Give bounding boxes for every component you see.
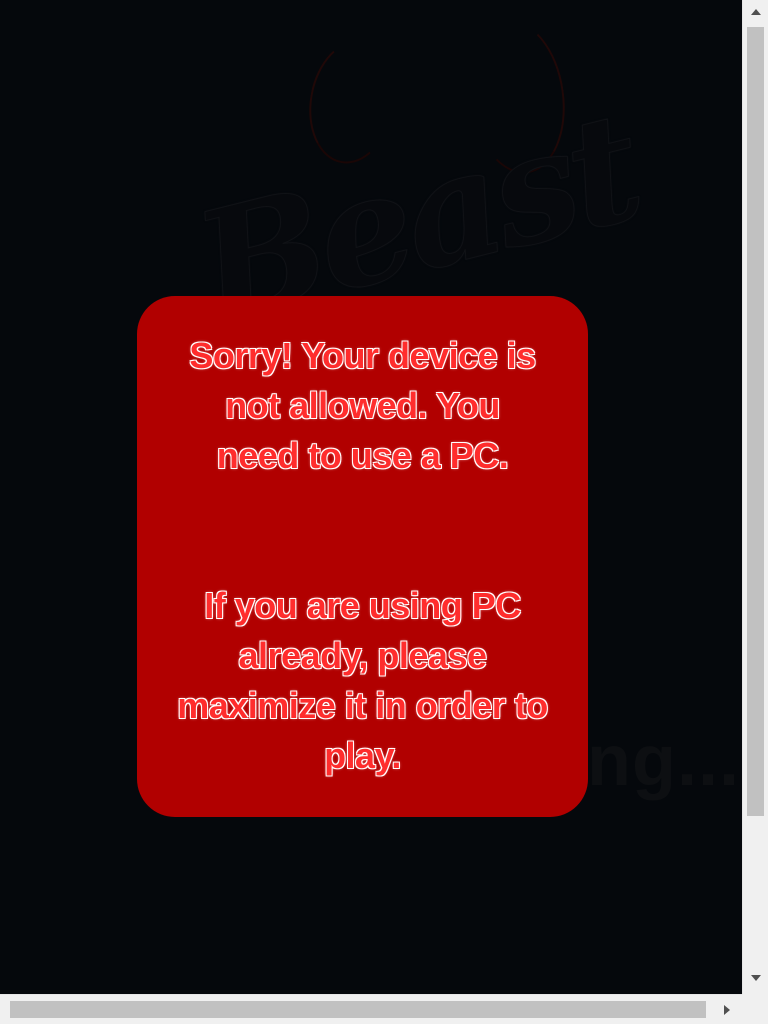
page-viewport: Beast Loading... Sorry! Your device is n… [0,0,742,994]
scroll-right-arrow-icon[interactable] [724,1005,730,1015]
device-not-allowed-dialog: Sorry! Your device is not allowed. You n… [137,296,588,817]
horizontal-scroll-thumb[interactable] [10,1001,706,1018]
horizontal-scrollbar[interactable] [0,994,742,1024]
maximize-instruction-message: If you are using PC already, please maxi… [177,585,548,776]
scroll-up-arrow-icon[interactable] [751,9,761,15]
vertical-scroll-thumb[interactable] [747,27,764,816]
scroll-down-arrow-icon[interactable] [751,975,761,981]
scrollbar-corner [742,994,768,1024]
vertical-scrollbar[interactable] [742,0,768,994]
device-warning-message: Sorry! Your device is not allowed. You n… [189,335,536,476]
